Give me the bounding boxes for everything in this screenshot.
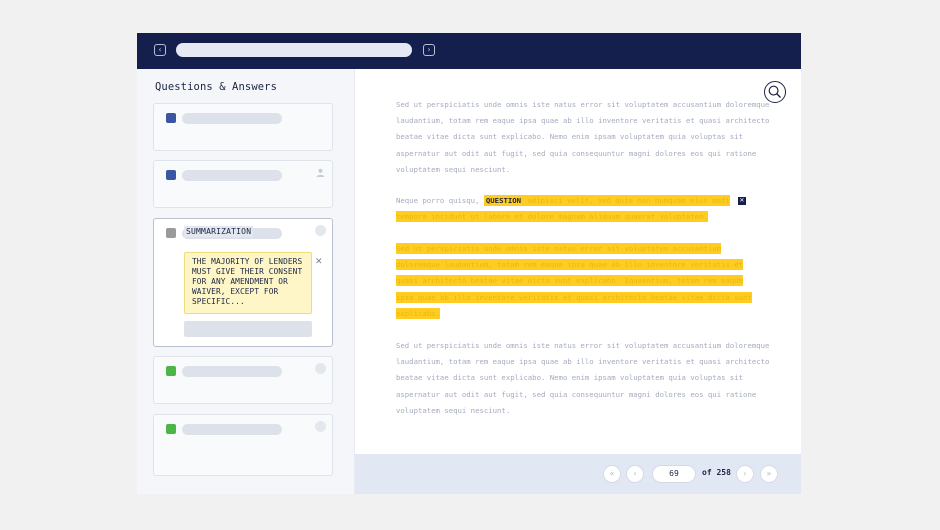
- qa-card[interactable]: [153, 414, 333, 476]
- highlighted-text: doloremque laudantium, totam rem eaque i…: [396, 259, 744, 271]
- close-icon[interactable]: ✕: [315, 257, 323, 267]
- close-icon[interactable]: ✕: [737, 197, 746, 205]
- status-marker: [166, 228, 176, 238]
- doc-paragraph: Sed ut perspiciatis unde omnis iste natu…: [396, 100, 770, 174]
- page-number-input[interactable]: 69: [652, 465, 696, 483]
- next-page-button[interactable]: ›: [736, 465, 754, 483]
- forward-button[interactable]: ›: [423, 44, 435, 56]
- doc-paragraph-highlighted: Sed ut perspiciatis unde omnis iste natu…: [396, 241, 776, 322]
- doc-paragraph-question: Neque porro quisqu, QUESTION adipisci ve…: [396, 193, 776, 225]
- question-tag[interactable]: QUESTION: [483, 195, 524, 206]
- user-icon: [316, 168, 325, 177]
- placeholder-bar: [182, 113, 282, 124]
- sidebar-title: Questions & Answers: [155, 81, 278, 93]
- status-marker: [166, 113, 176, 123]
- document-viewer: Sed ut perspiciatis unde omnis iste natu…: [355, 69, 801, 454]
- first-page-button[interactable]: «: [603, 465, 621, 483]
- highlighted-text: tempora incidunt ut labore et dolore mag…: [396, 211, 708, 223]
- status-dot: [315, 363, 326, 374]
- status-marker: [166, 424, 176, 434]
- status-dot: [315, 421, 326, 432]
- app-window: ‹ › Questions & Answers SUMMARIZATION TH…: [137, 33, 801, 494]
- qa-card[interactable]: [153, 356, 333, 404]
- placeholder-bar: [182, 170, 282, 181]
- summarization-label: SUMMARIZATION: [184, 226, 254, 237]
- browser-topbar: ‹ ›: [137, 33, 801, 69]
- placeholder-bar: [182, 424, 282, 435]
- address-bar[interactable]: [176, 43, 412, 57]
- back-button[interactable]: ‹: [154, 44, 166, 56]
- qa-card-summarization[interactable]: SUMMARIZATION THE MAJORITY OF LENDERS MU…: [153, 218, 333, 347]
- pagination-bar: « ‹ 69 of 258 › »: [355, 454, 801, 494]
- placeholder-bar: [182, 366, 282, 377]
- status-dot: [315, 225, 326, 236]
- chevron-right-icon: ›: [427, 45, 431, 54]
- status-marker: [166, 366, 176, 376]
- prev-page-button[interactable]: ‹: [626, 465, 644, 483]
- status-marker: [166, 170, 176, 180]
- summary-action-bar[interactable]: [184, 321, 312, 337]
- highlighted-text: explicabo.: [396, 307, 440, 319]
- summary-text: THE MAJORITY OF LENDERS MUST GIVE THEIR …: [184, 252, 312, 314]
- qa-sidebar: Questions & Answers SUMMARIZATION THE MA…: [137, 69, 355, 494]
- page-count: of 258: [702, 468, 731, 477]
- highlighted-text: quasi architecto beatae vitae dicta sunt…: [396, 275, 744, 287]
- chevron-left-icon: ‹: [158, 45, 162, 54]
- highlighted-text: ipsa quae ab illo inventore veritatis et…: [396, 291, 752, 303]
- paragraph-text: Neque porro quisqu,: [396, 196, 480, 205]
- doc-paragraph: Sed ut perspiciatis unde omnis iste natu…: [396, 341, 770, 415]
- qa-card[interactable]: [153, 103, 333, 151]
- highlighted-text: Sed ut perspiciatis unde omnis iste natu…: [396, 243, 722, 254]
- qa-card[interactable]: [153, 160, 333, 208]
- last-page-button[interactable]: »: [760, 465, 778, 483]
- highlighted-text: adipisci velit, sed quia non numquam eiu…: [523, 195, 730, 206]
